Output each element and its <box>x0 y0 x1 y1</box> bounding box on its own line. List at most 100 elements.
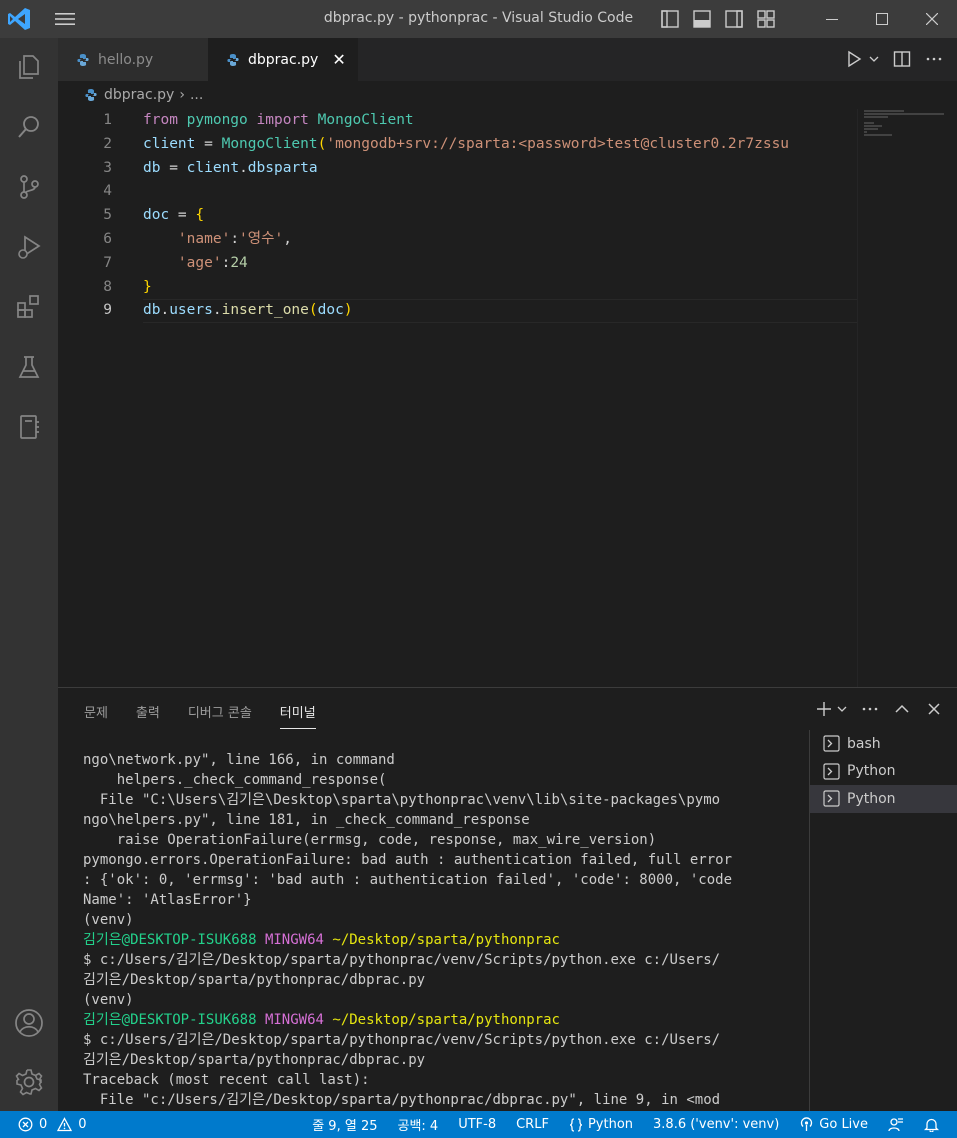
notifications-bell-icon[interactable] <box>924 1117 939 1132</box>
activity-bar <box>0 38 58 1111</box>
terminal-item[interactable]: bash <box>810 730 957 758</box>
close-tab-icon[interactable]: ✕ <box>332 50 345 69</box>
go-live-button[interactable]: Go Live <box>799 1117 868 1132</box>
terminal-text: (venv) <box>83 992 134 1008</box>
indentation[interactable]: 공백: 4 <box>397 1115 438 1134</box>
more-actions-icon[interactable] <box>861 700 879 718</box>
breadcrumb-file[interactable]: dbprac.py <box>104 87 174 103</box>
line-number: 4 <box>103 183 112 200</box>
terminal-item[interactable]: Python <box>810 785 957 813</box>
code-line[interactable]: from pymongo import MongoClient <box>143 109 857 133</box>
code-token: : <box>230 230 240 247</box>
close-window-icon[interactable] <box>907 0 957 38</box>
terminal-line: 김기은@DESKTOP-ISUK688 MINGW64 ~/Desktop/sp… <box>83 930 803 950</box>
code-line[interactable]: db = client.dbsparta <box>143 157 857 181</box>
code-line[interactable]: } <box>143 276 857 300</box>
code-token: doc <box>317 302 344 319</box>
toggle-secondary-sidebar-icon[interactable] <box>724 9 744 29</box>
terminal-icon <box>823 790 840 807</box>
customize-layout-icon[interactable] <box>756 9 776 29</box>
breadcrumb-symbols[interactable]: ... <box>190 87 203 103</box>
code-token: 'mongodb+srv://sparta:<password>test@clu… <box>326 135 790 152</box>
code-editor[interactable]: 1 2 3 4 5 6 7 8 9 from pymongo import MongoClien… <box>58 109 957 687</box>
tab-hello-py[interactable]: hello.py <box>58 38 208 81</box>
terminal-line: : {'ok': 0, 'errmsg': 'bad auth : authen… <box>83 870 803 890</box>
feedback-icon[interactable] <box>888 1117 904 1133</box>
code-token: 'age' <box>177 254 222 271</box>
problems-indicator[interactable]: 0 0 <box>18 1111 87 1138</box>
minimize-icon[interactable] <box>807 0 857 38</box>
notebook-icon[interactable] <box>9 407 49 447</box>
encoding[interactable]: UTF-8 <box>458 1117 496 1132</box>
code-token: , <box>283 230 292 247</box>
maximize-panel-icon[interactable] <box>893 700 911 718</box>
account-icon[interactable] <box>9 1003 49 1043</box>
code-token: { <box>195 207 205 224</box>
code-token: MongoClient <box>221 135 318 152</box>
code-line[interactable] <box>143 180 857 204</box>
toggle-panel-icon[interactable] <box>692 9 712 29</box>
code-token: ) <box>343 302 353 319</box>
split-editor-icon[interactable] <box>893 50 911 68</box>
terminal-line: Name': 'AtlasError'} <box>83 890 803 910</box>
cursor-position[interactable]: 줄 9, 열 25 <box>312 1115 377 1134</box>
terminal-line: Traceback (most recent call last): <box>83 1070 803 1090</box>
maximize-icon[interactable] <box>857 0 907 38</box>
terminal-text: 김기은/Desktop/sparta/pythonprac/dbprac.py <box>83 972 426 988</box>
search-icon[interactable] <box>9 107 49 147</box>
extensions-icon[interactable] <box>9 287 49 327</box>
panel-tab[interactable]: 디버그 콘솔 <box>188 702 252 729</box>
run-debug-icon[interactable] <box>9 227 49 267</box>
code-line[interactable]: client = MongoClient('mongodb+srv://spar… <box>143 133 857 157</box>
terminal-text: Name': 'AtlasError'} <box>83 892 252 908</box>
code-token: users <box>169 302 213 319</box>
code-token: pymongo <box>186 112 248 128</box>
code-line[interactable]: db.users.insert_one(doc) <box>143 299 857 323</box>
code-line[interactable]: 'name':'영수', <box>143 228 857 252</box>
code-line[interactable]: 'age':24 <box>143 252 857 276</box>
terminal-text: ~/Desktop/sparta/pythonprac <box>332 1012 560 1028</box>
terminal-line: ngo\network.py", line 166, in command <box>83 750 803 770</box>
panel-tab[interactable]: 터미널 <box>279 702 316 729</box>
new-terminal-icon[interactable] <box>815 700 833 718</box>
terminal-line: ngo\helpers.py", line 181, in _check_com… <box>83 810 803 830</box>
terminal-output[interactable]: ngo\network.py", line 166, in command he… <box>83 750 803 1112</box>
terminal-item-label: bash <box>847 735 881 752</box>
terminal-text: ~/Desktop/sparta/pythonprac <box>332 932 560 948</box>
code-area[interactable]: from pymongo import MongoClient client = … <box>143 109 857 323</box>
warning-count: 0 <box>78 1117 87 1132</box>
code-token: = <box>195 135 222 152</box>
source-control-icon[interactable] <box>9 167 49 207</box>
testing-icon[interactable] <box>9 347 49 387</box>
terminal-item[interactable]: Python <box>810 758 957 786</box>
line-number-gutter: 1 2 3 4 5 6 7 8 9 <box>58 109 128 323</box>
more-actions-icon[interactable] <box>925 50 943 68</box>
panel-tab[interactable]: 문제 <box>84 702 108 729</box>
tab-dbprac-py[interactable]: dbprac.py ✕ <box>208 38 358 81</box>
code-token: insert_one <box>221 302 309 319</box>
python-file-icon <box>226 53 240 67</box>
code-token: client <box>186 159 240 176</box>
end-of-line[interactable]: CRLF <box>516 1117 549 1132</box>
minimap[interactable] <box>857 109 957 687</box>
run-python-file-icon[interactable] <box>845 50 863 68</box>
explorer-icon[interactable] <box>9 47 49 87</box>
close-panel-icon[interactable] <box>925 700 943 718</box>
language-mode[interactable]: Python <box>569 1117 633 1132</box>
terminal-line: helpers._check_command_response( <box>83 770 803 790</box>
toggle-primary-sidebar-icon[interactable] <box>660 9 680 29</box>
python-interpreter[interactable]: 3.8.6 ('venv': venv) <box>653 1117 779 1132</box>
code-token: } <box>143 278 152 295</box>
code-line[interactable]: doc = { <box>143 204 857 228</box>
terminal-text: $ c:/Users/김기은/Desktop/sparta/pythonprac… <box>83 1032 721 1048</box>
chevron-down-icon[interactable] <box>869 50 879 68</box>
chevron-down-icon[interactable] <box>837 700 847 718</box>
panel-tab[interactable]: 출력 <box>136 702 160 729</box>
settings-gear-icon[interactable] <box>9 1062 49 1102</box>
terminal-text: (venv) <box>83 912 134 928</box>
warning-icon <box>57 1117 73 1132</box>
